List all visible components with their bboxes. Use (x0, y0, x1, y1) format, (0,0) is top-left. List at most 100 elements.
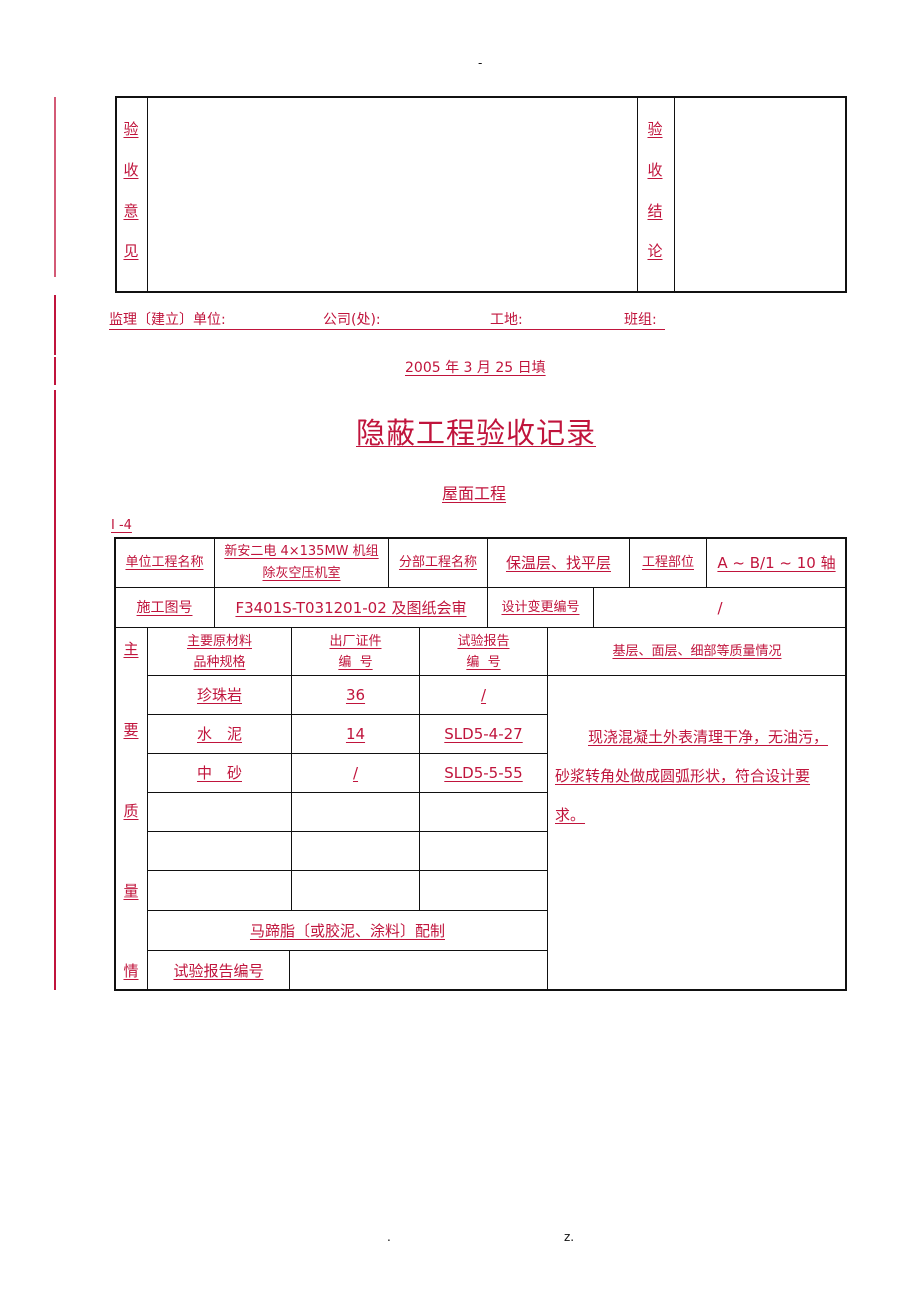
label-char: 情 (123, 962, 139, 980)
cell-text: 珍珠岩 (196, 686, 242, 704)
certificate-no-cell[interactable]: 36 (292, 676, 419, 714)
fill-date: 2005 年 3 月 25 日填 (405, 360, 546, 376)
sub-project-label: 分部工程名称 (389, 538, 487, 587)
supervisor-unit-label: 监理〔建立〕单位: (109, 312, 226, 328)
unit-project-value[interactable]: 新安二电 4×135MW 机组 除灰空压机室 (215, 538, 388, 587)
material-name-cell[interactable]: 珍珠岩 (148, 676, 291, 714)
material-name-cell[interactable] (148, 871, 291, 910)
margin-revision-bar (54, 390, 56, 990)
cell-text: / (352, 764, 359, 782)
project-part-label: 工程部位 (630, 538, 706, 587)
document-subtitle: 屋面工程 (442, 484, 507, 503)
value-text: F3401S-T031201-02 及图纸会审 (235, 598, 467, 617)
value-text: 保温层、找平层 (505, 553, 611, 572)
quality-header: 基层、面层、细部等质量情况 (548, 628, 846, 675)
label-text: 马蹄脂〔或胶泥、涂料〕配制 (249, 921, 445, 940)
header-line: 出厂证件 (329, 633, 382, 649)
acceptance-conclusion-field[interactable] (677, 100, 843, 290)
cell-text: 中 砂 (196, 764, 242, 782)
test-report-no-cell[interactable]: SLD5-4-27 (420, 715, 547, 753)
divider (547, 627, 548, 990)
test-report-no-cell[interactable]: SLD5-5-55 (420, 754, 547, 792)
cell-text: 水 泥 (196, 725, 242, 743)
certificate-no-cell[interactable] (292, 793, 419, 831)
cell-text: 36 (345, 686, 366, 704)
header-line: 品种规格 (193, 654, 246, 670)
material-name-cell[interactable] (148, 832, 291, 870)
description-line: 现浇混凝土外表清理干净，无油污， (555, 718, 845, 757)
test-report-no-cell[interactable]: / (420, 676, 547, 714)
drawing-no-value[interactable]: F3401S-T031201-02 及图纸会审 (215, 588, 487, 627)
label-text: 分部工程名称 (398, 554, 477, 570)
certificate-no-cell[interactable] (292, 832, 419, 870)
margin-revision-bar (54, 357, 56, 385)
page-top-mark: - (478, 56, 483, 70)
line-text: 砂浆转角处做成圆弧形状，符合设计要 (555, 767, 811, 785)
page-bottom-right-mark: z. (564, 1230, 575, 1244)
description-line: 求。 (555, 796, 845, 835)
test-report-no-cell[interactable] (420, 793, 547, 831)
margin-revision-bar (54, 97, 56, 277)
line-text: 求。 (555, 806, 586, 824)
value-text: / (717, 598, 723, 617)
material-name-cell[interactable] (148, 793, 291, 831)
mastic-report-label: 试验报告编号 (148, 951, 289, 990)
value-line: 除灰空压机室 (262, 565, 341, 581)
material-name-cell[interactable]: 水 泥 (148, 715, 291, 753)
label-char: 量 (123, 882, 139, 900)
label-char: 收 (123, 161, 139, 179)
material-name-cell[interactable]: 中 砂 (148, 754, 291, 792)
test-report-header: 试验报告 编 号 (420, 628, 547, 675)
label-char: 收 (647, 161, 663, 179)
test-report-no-cell[interactable] (420, 871, 547, 910)
line-text: 现浇混凝土外表清理干净，无油污， (588, 728, 829, 746)
label-char: 意 (123, 202, 139, 220)
description-line: 砂浆转角处做成圆弧形状，符合设计要 (555, 757, 845, 796)
cell-text: SLD5-4-27 (444, 725, 523, 743)
team-label: 班组: (624, 312, 657, 328)
label-char: 见 (123, 242, 139, 260)
unit-project-label: 单位工程名称 (115, 538, 214, 587)
value-line: 新安二电 4×135MW 机组 (224, 543, 379, 559)
divider (147, 97, 148, 292)
header-line: 主要原材料 (186, 633, 252, 649)
mastic-report-value[interactable] (290, 951, 547, 990)
certificate-header: 出厂证件 编 号 (292, 628, 419, 675)
certificate-no-cell[interactable] (292, 871, 419, 910)
material-header: 主要原材料 品种规格 (148, 628, 291, 675)
quality-description[interactable]: 现浇混凝土外表清理干净，无油污， 砂浆转角处做成圆弧形状，符合设计要 求。 (555, 718, 845, 835)
project-part-value[interactable]: A ~ B/1 ~ 10 轴 (707, 538, 846, 587)
label-char: 质 (123, 802, 139, 820)
drawing-no-label: 施工图号 (115, 588, 214, 627)
label-char: 验 (647, 120, 663, 138)
label-char: 要 (123, 721, 139, 739)
cell-text: / (480, 686, 487, 704)
acceptance-opinion-field[interactable] (150, 100, 634, 290)
value-text: A ~ B/1 ~ 10 轴 (717, 553, 836, 572)
design-change-value[interactable]: / (594, 588, 846, 627)
header-text: 基层、面层、细部等质量情况 (612, 643, 782, 659)
form-code: I -4 (111, 518, 132, 533)
divider (637, 97, 638, 292)
label-text: 单位工程名称 (125, 554, 204, 570)
label-text: 工程部位 (641, 554, 694, 570)
label-char: 主 (123, 640, 139, 658)
mastic-preparation-label: 马蹄脂〔或胶泥、涂料〕配制 (148, 911, 547, 950)
divider (674, 97, 675, 292)
sub-project-value[interactable]: 保温层、找平层 (488, 538, 629, 587)
cell-text: 14 (345, 725, 366, 743)
certificate-no-cell[interactable]: / (292, 754, 419, 792)
label-text: 试验报告编号 (173, 961, 264, 980)
certificate-no-cell[interactable]: 14 (292, 715, 419, 753)
page-bottom-left-mark: . (387, 1230, 391, 1244)
label-text: 施工图号 (136, 599, 193, 616)
test-report-no-cell[interactable] (420, 832, 547, 870)
header-line: 试验报告 (457, 633, 510, 649)
header-line: 编 号 (338, 654, 373, 670)
cell-text: SLD5-5-55 (444, 764, 523, 782)
label-char: 结 (647, 202, 663, 220)
company-label: 公司(处): (323, 312, 381, 328)
design-change-label: 设计变更编号 (488, 588, 593, 627)
label-char: 论 (647, 242, 663, 260)
header-line: 编 号 (466, 654, 501, 670)
